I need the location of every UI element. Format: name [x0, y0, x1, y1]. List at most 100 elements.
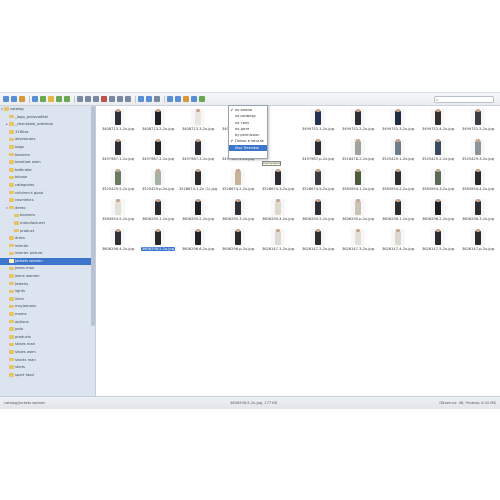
file-thumbnail[interactable]: 3626147-4-2x.jpg [378, 228, 418, 252]
home-button[interactable] [32, 96, 38, 102]
file-thumbnail[interactable]: 3497987-2-2x.jpg [138, 138, 178, 162]
file-thumbnail[interactable]: 3528674-1-2x (1).jpg [178, 168, 218, 192]
sidebar-item-sport-food[interactable]: sport food [0, 372, 95, 380]
file-thumbnail[interactable]: 3528674-3-2x.jpg [258, 168, 298, 192]
settings-button[interactable] [199, 96, 205, 102]
sidebar-item-jewelry[interactable]: Jewelry [0, 281, 95, 289]
sidebar-item-demo[interactable]: ▾ demo [0, 205, 95, 213]
sidebar-item-shoes-man[interactable]: shoes man [0, 341, 95, 349]
duplicate-button[interactable] [117, 96, 123, 102]
file-thumbnail[interactable]: 3606296-2-2x.jpg [418, 198, 458, 222]
sidebar-item-cosmetics[interactable]: cosmetics [0, 197, 95, 205]
file-thumbnail[interactable]: 3497987-1-2x.jpg [98, 138, 138, 162]
sidebar-item-banners[interactable]: banners [0, 212, 95, 220]
file-thumbnail[interactable]: 3499752-4-2x.jpg [418, 108, 458, 132]
back-button[interactable] [3, 96, 9, 102]
sidebar-item-skirts[interactable]: skirts [0, 364, 95, 372]
file-thumbnail[interactable]: 3525429-2-2x.jpg [418, 138, 458, 162]
file-thumbnail[interactable]: 3606296-p-2x.jpg [218, 228, 258, 252]
sidebar-item-options[interactable]: options [0, 319, 95, 327]
search-input[interactable]: ⌕ [434, 96, 494, 103]
view-icons-button[interactable] [167, 96, 173, 102]
file-thumbnail[interactable]: 3606295-2-2x.jpg [178, 198, 218, 222]
file-thumbnail[interactable]: 3528674-5-2x.jpg [298, 168, 338, 192]
file-thumbnail[interactable]: 3606296-6-2x.jpg [178, 228, 218, 252]
file-thumbnail[interactable]: 3499752-3-2x.jpg [378, 108, 418, 132]
sidebar-item-interier-picture[interactable]: interier picture [0, 250, 95, 258]
file-thumbnail[interactable]: 3626147-p-2x.jpg [458, 228, 498, 252]
fullscreen-button[interactable] [191, 96, 197, 102]
sidebar-item-product[interactable]: product [0, 228, 95, 236]
sidebar-item-aksessuars[interactable]: aksessuars [0, 136, 95, 144]
sidebar-item-children-s-good[interactable]: children's good [0, 190, 95, 198]
copy-button[interactable] [77, 96, 83, 102]
file-thumbnail[interactable]: 3606295-1-2x.jpg [138, 198, 178, 222]
resize-button[interactable] [154, 96, 160, 102]
file-thumbnail[interactable]: 3408713-2-2x.jpg [138, 108, 178, 132]
file-thumbnail[interactable]: 3606295-5-2x.jpg [298, 198, 338, 222]
file-thumbnail[interactable]: 3584954-3-2x.jpg [418, 168, 458, 192]
sidebar-scrollbar[interactable] [91, 106, 95, 326]
sidebar-item-jackets-women[interactable]: Jackets women [0, 257, 95, 266]
file-thumbnail[interactable]: 3606295-3-2x.jpg [218, 198, 258, 222]
sidebar-item-barefoot-wom[interactable]: barefoot wom [0, 159, 95, 167]
forward-button[interactable] [11, 96, 17, 102]
file-thumbnail[interactable]: 3606296-1-2x.jpg [378, 198, 418, 222]
download-button[interactable] [64, 96, 70, 102]
cut-button[interactable] [85, 96, 91, 102]
file-thumbnail[interactable]: 3408713-3-2x.jpg [178, 108, 218, 132]
file-thumbnail[interactable]: 3499752-1-2x.jpg [298, 108, 338, 132]
sidebar-item-products[interactable]: products [0, 334, 95, 342]
file-thumbnail[interactable]: 3626147-5-2x.jpg [418, 228, 458, 252]
delete-button[interactable] [101, 96, 107, 102]
sort-button[interactable] [183, 96, 189, 102]
edit-button[interactable] [125, 96, 131, 102]
upload-button[interactable] [56, 96, 62, 102]
sidebar-item-jeans-women[interactable]: jeans women [0, 273, 95, 281]
sidebar-item-banners[interactable]: banners [0, 152, 95, 160]
sidebar-item-bathrobe[interactable]: bathrobe [0, 167, 95, 175]
sidebar-item-logo-proizvoditel[interactable]: _logo_proizvoditel [0, 114, 95, 122]
rename-button[interactable] [109, 96, 115, 102]
sidebar-item-bags[interactable]: bags [0, 144, 95, 152]
sidebar-item-shoes-wom[interactable]: shoes wom [0, 349, 95, 357]
sidebar-item-blouse[interactable]: blouse [0, 174, 95, 182]
file-thumbnail[interactable]: 3584954-2-2x.jpg [378, 168, 418, 192]
file-thumbnail[interactable]: 3606295-4-2x.jpg [258, 198, 298, 222]
sidebar-item-catalog[interactable]: ▾ catalog [0, 106, 95, 114]
file-thumbnail[interactable]: 3606296-5-2x.jpg [138, 228, 178, 252]
file-thumbnail[interactable]: 3499752-5-2x.jpg [458, 108, 498, 132]
sidebar-item-moms[interactable]: moms [0, 311, 95, 319]
file-thumbnail[interactable]: 3525429-1-2x.jpg [378, 138, 418, 162]
paste-button[interactable] [93, 96, 99, 102]
file-thumbnail[interactable]: 3499752-2-2x.jpg [338, 108, 378, 132]
sort-menu-item[interactable]: Alsо Treeview [229, 144, 267, 152]
file-thumbnail[interactable]: 3626147-3-2x.jpg [338, 228, 378, 252]
preview-button[interactable] [138, 96, 144, 102]
sidebar-item-3160sa[interactable]: 3160sa [0, 129, 95, 137]
sidebar-item-interier[interactable]: interier [0, 243, 95, 251]
file-thumbnail[interactable]: 3606295-p-2x.jpg [338, 198, 378, 222]
file-thumbnail[interactable]: 3408713-1-2x.jpg [98, 108, 138, 132]
sidebar-item-linen[interactable]: linen [0, 296, 95, 304]
file-thumbnail[interactable]: 3626147-2-2x.jpg [298, 228, 338, 252]
file-thumbnail[interactable]: 3525429-3-2x.jpg [458, 138, 498, 162]
file-thumbnail[interactable]: 3528674-2-2x.jpg [218, 168, 258, 192]
file-thumbnail[interactable]: 3525429-5-2x.jpg [98, 168, 138, 192]
info-button[interactable] [146, 96, 152, 102]
sidebar-item-zhenskaia-odezhda[interactable]: ▸ _zhenskaia_odezhda [0, 121, 95, 129]
sidebar-item-msyjamans[interactable]: msyjamans [0, 303, 95, 311]
file-thumbnail[interactable]: 3525429-p-2x.jpg [138, 168, 178, 192]
file-thumbnail[interactable]: 3584954-1-2x.jpg [338, 168, 378, 192]
up-button[interactable] [19, 96, 25, 102]
file-thumbnail[interactable]: 3497987-p-2x.jpg [298, 138, 338, 162]
sidebar-item-shorts-man[interactable]: shorts man [0, 357, 95, 365]
file-thumbnail[interactable]: 3516478-2-2x.jpg [338, 138, 378, 162]
reload-button[interactable] [40, 96, 46, 102]
sidebar-item-dress[interactable]: dress [0, 235, 95, 243]
folder-button[interactable] [48, 96, 54, 102]
file-thumbnail[interactable]: 3497987-3-2x.jpg [178, 138, 218, 162]
sidebar-item-lights[interactable]: lights [0, 288, 95, 296]
sidebar-item-categories[interactable]: categories [0, 182, 95, 190]
file-thumbnail[interactable]: 3606296-3-2x.jpg [458, 198, 498, 222]
